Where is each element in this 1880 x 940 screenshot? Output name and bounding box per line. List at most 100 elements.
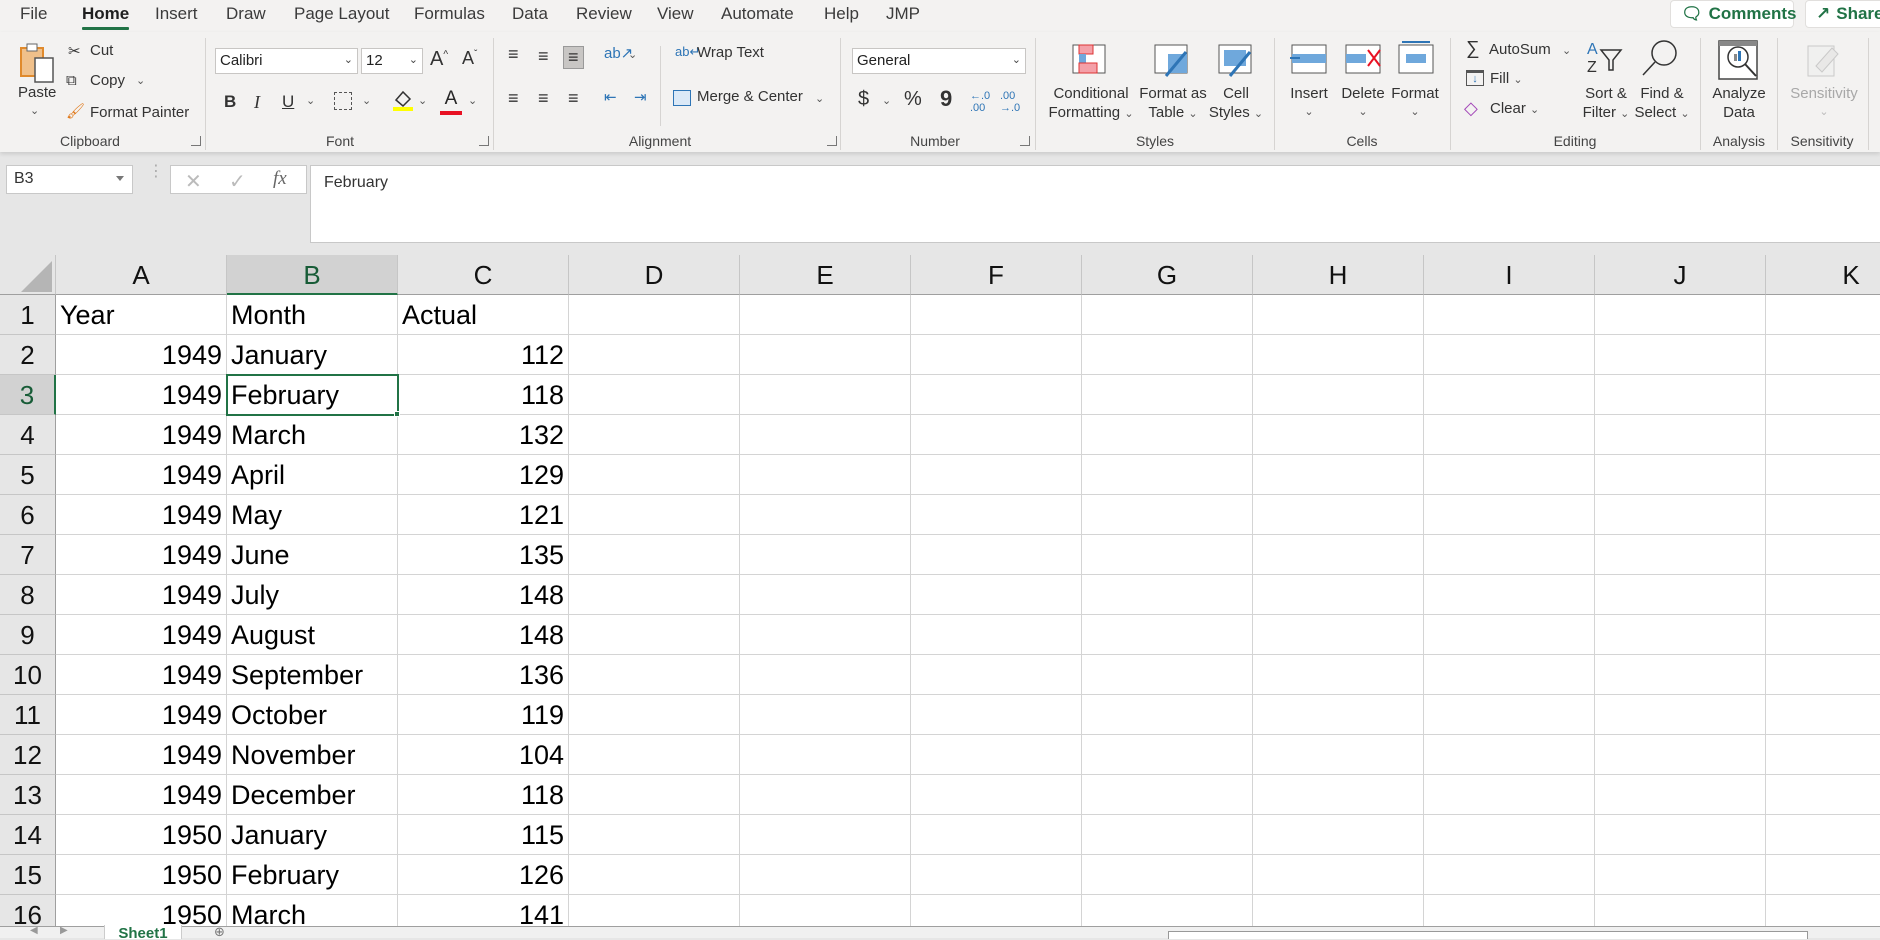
cell-b6[interactable]: May	[227, 495, 398, 535]
underline-dropdown[interactable]: ⌄	[306, 94, 315, 107]
cell-b13[interactable]: December	[227, 775, 398, 815]
cell-k10[interactable]	[1766, 655, 1880, 695]
cell-k15[interactable]	[1766, 855, 1880, 895]
cell-i16[interactable]	[1424, 895, 1595, 926]
cell-e1[interactable]	[740, 295, 911, 335]
cell-c10[interactable]: 136	[398, 655, 569, 695]
tab-insert[interactable]: Insert	[155, 4, 198, 24]
cell-f8[interactable]	[911, 575, 1082, 615]
tab-automate[interactable]: Automate	[721, 4, 794, 24]
cell-i13[interactable]	[1424, 775, 1595, 815]
cell-c8[interactable]: 148	[398, 575, 569, 615]
cell-j7[interactable]	[1595, 535, 1766, 575]
cell-k9[interactable]	[1766, 615, 1880, 655]
cell-d2[interactable]	[569, 335, 740, 375]
cell-d6[interactable]	[569, 495, 740, 535]
cell-f14[interactable]	[911, 815, 1082, 855]
cell-e12[interactable]	[740, 735, 911, 775]
row-header-3[interactable]: 3	[0, 375, 56, 415]
cell-c14[interactable]: 115	[398, 815, 569, 855]
cell-i5[interactable]	[1424, 455, 1595, 495]
sort-filter-button[interactable]: Sort & Filter ⌄	[1578, 84, 1634, 124]
cell-j1[interactable]	[1595, 295, 1766, 335]
cell-b12[interactable]: November	[227, 735, 398, 775]
column-header-i[interactable]: I	[1424, 255, 1595, 295]
cell-j14[interactable]	[1595, 815, 1766, 855]
tab-review[interactable]: Review	[576, 4, 632, 24]
italic-button[interactable]: I	[254, 92, 260, 113]
row-header-6[interactable]: 6	[0, 495, 56, 535]
cell-g1[interactable]	[1082, 295, 1253, 335]
cell-k6[interactable]	[1766, 495, 1880, 535]
cell-b3[interactable]: February	[227, 375, 398, 415]
row-header-4[interactable]: 4	[0, 415, 56, 455]
cell-e15[interactable]	[740, 855, 911, 895]
cell-c11[interactable]: 119	[398, 695, 569, 735]
percent-button[interactable]: %	[904, 88, 922, 111]
font-name-select[interactable]: Calibri ⌄	[215, 48, 358, 74]
cell-j11[interactable]	[1595, 695, 1766, 735]
cell-f1[interactable]	[911, 295, 1082, 335]
cell-h8[interactable]	[1253, 575, 1424, 615]
currency-dropdown[interactable]: ⌄	[882, 94, 891, 107]
cell-d3[interactable]	[569, 375, 740, 415]
cell-c2[interactable]: 112	[398, 335, 569, 375]
cell-f12[interactable]	[911, 735, 1082, 775]
tab-file[interactable]: File	[20, 4, 47, 24]
column-header-b[interactable]: B	[227, 255, 398, 295]
format-painter-button[interactable]: Format Painter	[90, 104, 189, 121]
bold-button[interactable]: B	[224, 92, 236, 112]
shrink-font-button[interactable]: Aˇ	[462, 48, 477, 69]
cell-a4[interactable]: 1949	[56, 415, 227, 455]
cell-j12[interactable]	[1595, 735, 1766, 775]
cell-c4[interactable]: 132	[398, 415, 569, 455]
cell-f3[interactable]	[911, 375, 1082, 415]
merge-dropdown[interactable]: ⌄	[815, 92, 824, 105]
decrease-indent-icon[interactable]: ⇤	[604, 88, 617, 106]
borders-dropdown[interactable]: ⌄	[362, 94, 371, 107]
cell-h15[interactable]	[1253, 855, 1424, 895]
cell-b5[interactable]: April	[227, 455, 398, 495]
column-header-h[interactable]: H	[1253, 255, 1424, 295]
format-cells-button[interactable]: Format ⌄	[1390, 84, 1440, 122]
cell-styles-button[interactable]: Cell Styles ⌄	[1208, 84, 1264, 124]
cell-j13[interactable]	[1595, 775, 1766, 815]
cell-i2[interactable]	[1424, 335, 1595, 375]
row-header-9[interactable]: 9	[0, 615, 56, 655]
cell-k1[interactable]	[1766, 295, 1880, 335]
cell-h5[interactable]	[1253, 455, 1424, 495]
cell-h7[interactable]	[1253, 535, 1424, 575]
cell-a10[interactable]: 1949	[56, 655, 227, 695]
cut-button[interactable]: Cut	[90, 42, 113, 59]
chevron-down-icon[interactable]	[116, 176, 124, 181]
top-align-icon[interactable]: ≡	[508, 44, 519, 65]
cell-d13[interactable]	[569, 775, 740, 815]
select-all-button[interactable]	[0, 255, 56, 295]
cell-b2[interactable]: January	[227, 335, 398, 375]
cell-b9[interactable]: August	[227, 615, 398, 655]
cell-i12[interactable]	[1424, 735, 1595, 775]
cell-b10[interactable]: September	[227, 655, 398, 695]
cell-k13[interactable]	[1766, 775, 1880, 815]
cell-f5[interactable]	[911, 455, 1082, 495]
cell-b7[interactable]: June	[227, 535, 398, 575]
cell-j10[interactable]	[1595, 655, 1766, 695]
cell-h1[interactable]	[1253, 295, 1424, 335]
formula-input[interactable]: February	[310, 165, 1880, 243]
cell-e5[interactable]	[740, 455, 911, 495]
cell-e13[interactable]	[740, 775, 911, 815]
cell-b11[interactable]: October	[227, 695, 398, 735]
cell-e4[interactable]	[740, 415, 911, 455]
cell-d14[interactable]	[569, 815, 740, 855]
conditional-formatting-button[interactable]: Conditional Formatting ⌄	[1046, 84, 1136, 124]
currency-button[interactable]: $	[858, 88, 869, 111]
cell-h14[interactable]	[1253, 815, 1424, 855]
copy-dropdown[interactable]: ⌄	[136, 74, 145, 87]
cell-a13[interactable]: 1949	[56, 775, 227, 815]
cell-j4[interactable]	[1595, 415, 1766, 455]
cell-i6[interactable]	[1424, 495, 1595, 535]
comma-button[interactable]: 9	[940, 86, 952, 112]
cell-g14[interactable]	[1082, 815, 1253, 855]
align-center-icon[interactable]: ≡	[538, 88, 549, 109]
cell-g3[interactable]	[1082, 375, 1253, 415]
